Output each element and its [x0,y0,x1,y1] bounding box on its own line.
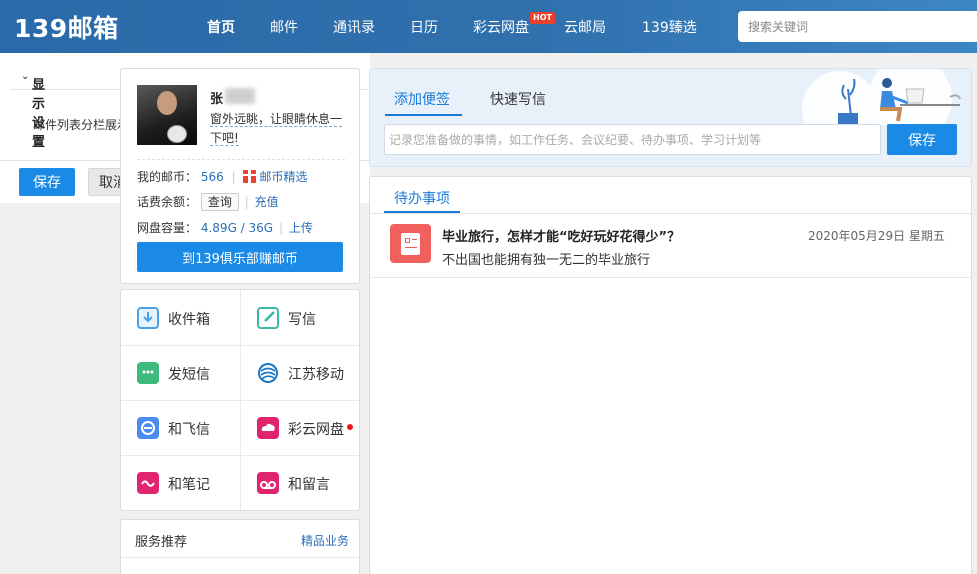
fetion-icon [137,417,159,439]
separator: | [231,170,236,184]
app-voicemail[interactable]: 和留言 [241,455,360,510]
article-icon [390,224,431,263]
avatar-ball [167,125,187,143]
tab-add-memo[interactable]: 添加便签 [394,89,450,109]
balance-row: 话费余额： 查询 | 充值 [137,193,279,211]
divider [121,557,359,558]
separator: | [244,195,249,209]
memo-card: 添加便签 快速写信 保存 [369,68,972,167]
app-compose[interactable]: 写信 [241,290,360,345]
app-label: 和笔记 [168,477,210,493]
user-info-card: 张 窗外远眺，让眼睛休息一下吧! 我的邮币： 566 | 邮币精选 话费余额： … [120,68,360,284]
disk-label: 网盘容量： [137,221,198,235]
upload-link[interactable]: 上传 [289,221,313,235]
recharge-link[interactable]: 充值 [255,195,279,209]
app-label: 和飞信 [168,422,210,438]
desk-illustration [802,69,961,125]
compose-icon [257,307,279,329]
notification-dot [347,424,353,430]
balance-query-button[interactable]: 查询 [200,193,239,211]
divider [137,159,345,160]
services-card: 服务推荐 精品业务 [120,519,360,574]
tab-todo[interactable]: 待办事项 [394,188,450,208]
chevron-down-icon: ⌄ [21,71,30,82]
nav-cloud-post[interactable]: 云邮局 [564,17,606,37]
disk-value: 4.89G / 36G [200,221,274,235]
club-earn-coins-button[interactable]: 到139俱乐部赚邮币 [137,242,343,272]
app-china-mobile[interactable]: 江苏移动 [241,345,360,400]
nav-139-select[interactable]: 139臻选 [642,17,697,37]
article-icon-line [412,239,417,240]
article-icon-mark [405,238,410,243]
todo-item[interactable]: 毕业旅行，怎样才能“吃好玩好花得少”？ 不出国也能拥有独一无二的毕业旅行 202… [370,214,971,278]
inbox-icon [137,307,159,329]
services-title: 服务推荐 [135,535,188,550]
article-icon-line [405,247,417,248]
app-fetion[interactable]: 和飞信 [121,400,240,455]
coins-select-link[interactable]: 邮币精选 [259,170,307,184]
settings-description: 邮件列表分栏展示 [33,118,130,132]
memo-save-button[interactable]: 保存 [887,124,957,155]
top-navigation-bar: 139邮箱 首页 邮件 通讯录 日历 彩云网盘 云邮局 139臻选 HOT [0,0,977,53]
settings-title: 显示设置 [32,78,46,150]
cloud-disk-icon [257,417,279,439]
nav-home[interactable]: 首页 [207,17,235,37]
sms-icon [137,362,159,384]
nav-contacts[interactable]: 通讯录 [333,17,375,37]
app-label: 彩云网盘 [288,422,344,438]
app-sms[interactable]: 发短信 [121,345,240,400]
nav-cloud-disk[interactable]: 彩云网盘 [473,17,529,37]
active-tab-indicator [385,114,462,116]
todo-title: 毕业旅行，怎样才能“吃好玩好花得少”？ [442,230,681,245]
todo-date: 2020年05月29日 星期五 [808,229,945,243]
todo-subtitle: 不出国也能拥有独一无二的毕业旅行 [442,253,651,268]
app-inbox[interactable]: 收件箱 [121,290,240,345]
balance-label: 话费余额： [137,195,198,209]
logo[interactable]: 139邮箱 [14,9,119,45]
avatar[interactable] [137,85,197,145]
app-label: 收件箱 [168,312,210,328]
coins-label: 我的邮币： [137,170,198,184]
motto-text: 窗外远眺，让眼睛休息一下吧! [210,112,343,146]
premium-services-link[interactable]: 精品业务 [301,532,349,549]
settings-save-button[interactable]: 保存 [19,168,75,196]
user-name: 张 [210,92,224,107]
coins-value[interactable]: 566 [201,170,224,184]
tab-quick-compose[interactable]: 快速写信 [490,89,546,109]
hot-badge: HOT [530,12,555,24]
app-label: 江苏移动 [288,367,344,383]
search-input[interactable] [738,11,977,42]
app-cloud-disk[interactable]: 彩云网盘 [241,400,360,455]
voicemail-icon [257,472,279,494]
display-settings-dropdown[interactable]: 显示设置 ⌄ [21,68,45,150]
user-motto[interactable]: 窗外远眺，让眼睛休息一下吧! [210,110,350,148]
app-label: 写信 [288,312,316,328]
nav-calendar[interactable]: 日历 [410,17,438,37]
coins-row: 我的邮币： 566 | 邮币精选 [137,168,307,185]
separator: | [278,221,283,235]
todo-card: 待办事项 毕业旅行，怎样才能“吃好玩好花得少”？ 不出国也能拥有独一无二的毕业旅… [369,176,972,574]
note-icon [137,472,159,494]
disk-row: 网盘容量： 4.89G / 36G | 上传 [137,219,313,236]
avatar-head [157,91,177,115]
app-label: 发短信 [168,367,210,383]
article-icon-paper [401,233,420,255]
nav-mail[interactable]: 邮件 [270,17,298,37]
app-note[interactable]: 和笔记 [121,455,240,510]
apps-grid: 收件箱 写信 发短信 江苏移动 和飞信 彩云网盘 和笔记 和留言 [120,289,360,511]
memo-input[interactable] [384,124,881,155]
china-mobile-icon [257,362,279,384]
user-name-redacted [225,88,255,104]
app-label: 和留言 [288,477,330,493]
gift-icon [243,170,257,183]
